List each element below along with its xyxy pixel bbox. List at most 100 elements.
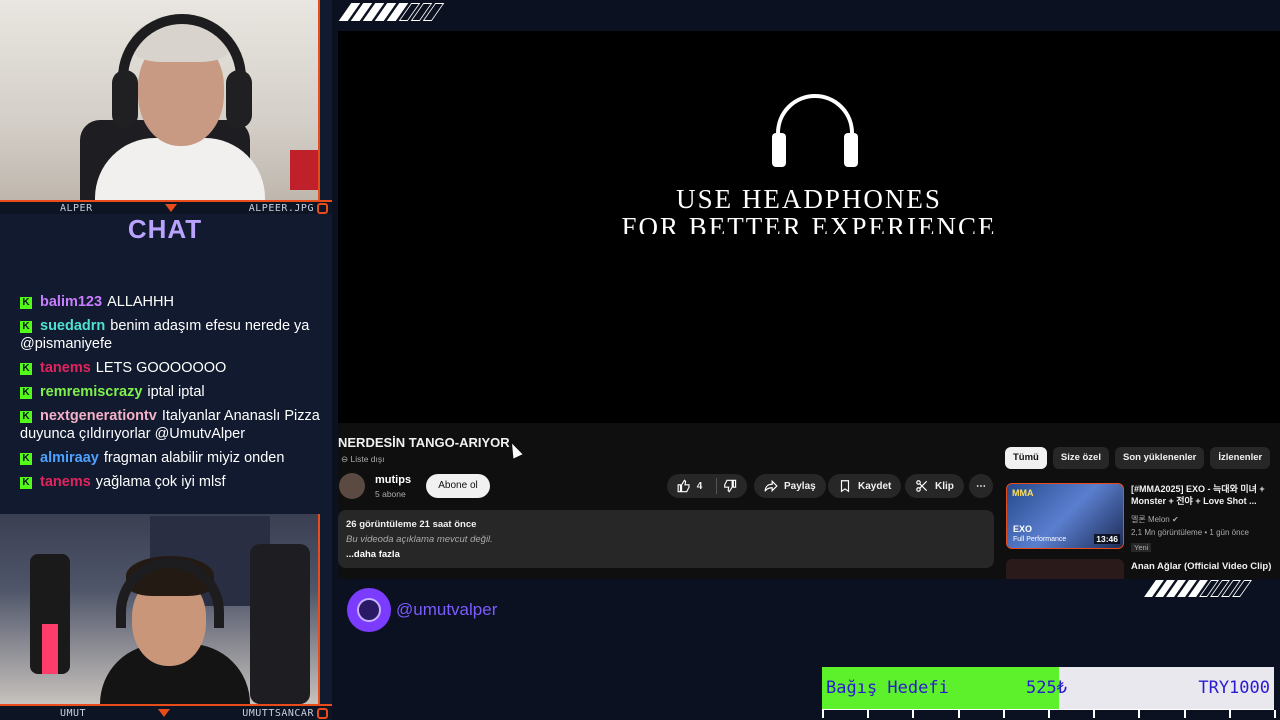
- tick-mark: [1002, 710, 1005, 718]
- tick-mark: [1228, 710, 1231, 718]
- thumbs-down-icon[interactable]: [723, 479, 737, 493]
- chip-for-you[interactable]: Size özel: [1052, 447, 1109, 469]
- thumb-subtitle: Full Performance: [1013, 536, 1067, 543]
- tick-mark: [1093, 710, 1096, 718]
- chat-username[interactable]: balim123: [40, 294, 102, 310]
- like-button[interactable]: 4: [667, 474, 747, 498]
- share-label: Paylaş: [784, 480, 816, 492]
- show-more-link[interactable]: ...daha fazla: [346, 549, 986, 560]
- channel-avatar[interactable]: [339, 473, 365, 499]
- chat-username[interactable]: almiraay: [40, 450, 99, 466]
- triangle-icon: [158, 709, 171, 717]
- divider: [716, 478, 718, 494]
- chip-watched[interactable]: İzlenenler: [1210, 447, 1271, 469]
- new-badge: Yeni: [1131, 543, 1152, 552]
- bookmark-icon: [840, 480, 850, 493]
- more-icon: ⋯: [976, 480, 986, 492]
- video-player[interactable]: USE HEADPHONES FOR BETTER EXPERIENCE: [338, 31, 1280, 423]
- donation-goal-target: TRY1000: [1198, 678, 1270, 698]
- share-button[interactable]: Paylaş: [754, 474, 826, 498]
- chat-message: Knextgenerationtv Italyanlar Ananaslı Piz…: [20, 407, 320, 443]
- mic-light: [42, 624, 58, 674]
- video-text-line2: FOR BETTER EXPERIENCE: [621, 212, 997, 234]
- recommended-thumbnail-2[interactable]: [1006, 559, 1124, 579]
- thumbs-up-icon: [677, 479, 690, 493]
- more-actions-button[interactable]: ⋯: [969, 474, 993, 498]
- triangle-icon: [164, 204, 177, 212]
- instagram-icon: [317, 707, 328, 719]
- tick-mark: [867, 710, 870, 718]
- youtube-panel: NERDESİN TANGO-ARIYOR ⊖ Liste dışı mutip…: [338, 423, 1280, 579]
- chat-username[interactable]: suedadrn: [40, 318, 105, 334]
- gaming-chair: [250, 544, 310, 704]
- chat-username[interactable]: nextgenerationtv: [40, 408, 157, 424]
- tick-mark: [1048, 710, 1050, 718]
- chat-username[interactable]: tanems: [40, 474, 91, 490]
- video-duration: 13:46: [1094, 534, 1120, 544]
- chat-message: Ktanems LETS GOOOOOOO: [20, 359, 320, 377]
- left-sidebar: ALPER ALPEER.JPG CHAT Kbalim123 ALLAHHH Ks…: [0, 0, 332, 720]
- no-description: Bu videoda açıklama mevcut değil.: [346, 534, 493, 545]
- filter-chips: Tümü Size özel Son yüklenenler İzlenenle…: [1005, 447, 1271, 469]
- kick-icon: K: [20, 387, 32, 399]
- chat-text: yağlama çok iyi mlsf: [95, 474, 226, 490]
- save-button[interactable]: Kaydet: [828, 474, 902, 498]
- recommended-title[interactable]: [#MMA2025] EXO - 늑대와 미녀 + Monster + 전야 +…: [1131, 483, 1273, 507]
- kick-icon: K: [20, 477, 32, 489]
- webcam-top-bar: ALPER ALPEER.JPG: [0, 200, 332, 214]
- tick-mark: [957, 710, 960, 718]
- decor-stripes: [1144, 580, 1252, 597]
- social-handle: @umutvalper: [396, 600, 498, 619]
- chat-message: Ksuedadrn benim adaşım efesu nerede ya @p…: [20, 317, 320, 353]
- video-text-line1: USE HEADPHONES: [676, 184, 942, 214]
- like-count: 4: [696, 480, 703, 492]
- kick-icon: K: [20, 321, 32, 333]
- donation-goal-label: Bağış Hedefi: [826, 678, 949, 698]
- recommended-thumbnail[interactable]: MMA EXO Full Performance 13:46: [1006, 483, 1124, 549]
- tick-mark: [822, 710, 824, 718]
- video-stats: 26 görüntüleme 21 saat önce: [346, 519, 477, 530]
- subscriber-count: 5 abone: [375, 489, 406, 499]
- video-title: NERDESİN TANGO-ARIYOR: [338, 435, 510, 450]
- clip-button[interactable]: Klip: [905, 474, 964, 498]
- webcam-frame: [318, 514, 320, 704]
- recommended-meta: 2,1 Mn görüntüleme • 1 gün önce: [1131, 528, 1249, 537]
- headphones-icon: [772, 94, 858, 167]
- instagram-icon: [317, 202, 328, 214]
- recommended-title-2[interactable]: Anan Ağlar (Official Video Clip): [1131, 561, 1271, 572]
- chip-recent[interactable]: Son yüklenenler: [1114, 447, 1205, 469]
- kick-icon: K: [20, 453, 32, 465]
- stream-layout: ALPER ALPEER.JPG CHAT Kbalim123 ALLAHHH Ks…: [0, 0, 1280, 720]
- subscribe-button[interactable]: Abone ol: [426, 474, 490, 498]
- recommended-channel[interactable]: 멜론 Melon ✔: [1131, 514, 1179, 525]
- webcam-top-name: ALPER: [60, 202, 93, 214]
- webcam-bottom: [0, 514, 320, 704]
- scissors-icon: [916, 480, 928, 492]
- chat-username[interactable]: remremiscrazy: [40, 384, 142, 400]
- webcam-bottom-bar: UMUT UMUTTSANCAR: [0, 704, 332, 720]
- tick-mark: [912, 710, 915, 718]
- channel-name[interactable]: mutips: [375, 474, 411, 486]
- thumb-logo: MMA: [1012, 488, 1034, 498]
- globe-icon: [347, 588, 391, 632]
- webcam-bottom-name: UMUT: [60, 707, 87, 719]
- microphone: [30, 554, 70, 674]
- donation-goal-current: 525₺: [1026, 678, 1067, 698]
- red-object: [290, 150, 320, 190]
- kick-icon: K: [20, 297, 32, 309]
- decor-stripes: [338, 3, 445, 21]
- share-icon: [764, 479, 778, 493]
- webcam-top: [0, 0, 320, 200]
- clip-label: Klip: [935, 480, 954, 492]
- earcup-right: [226, 70, 252, 128]
- kick-icon: K: [20, 411, 32, 423]
- kick-icon: K: [20, 363, 32, 375]
- thumb-group: EXO: [1013, 524, 1033, 534]
- chat-title: CHAT: [127, 214, 203, 244]
- earcup-left: [112, 70, 138, 128]
- chat-text: iptal iptal: [147, 384, 205, 400]
- chat-username[interactable]: tanems: [40, 360, 91, 376]
- chat-message: Kbalim123 ALLAHHH: [20, 293, 320, 311]
- chip-all[interactable]: Tümü: [1005, 447, 1047, 469]
- description-box[interactable]: 26 görüntüleme 21 saat önce Bu videoda a…: [338, 510, 994, 568]
